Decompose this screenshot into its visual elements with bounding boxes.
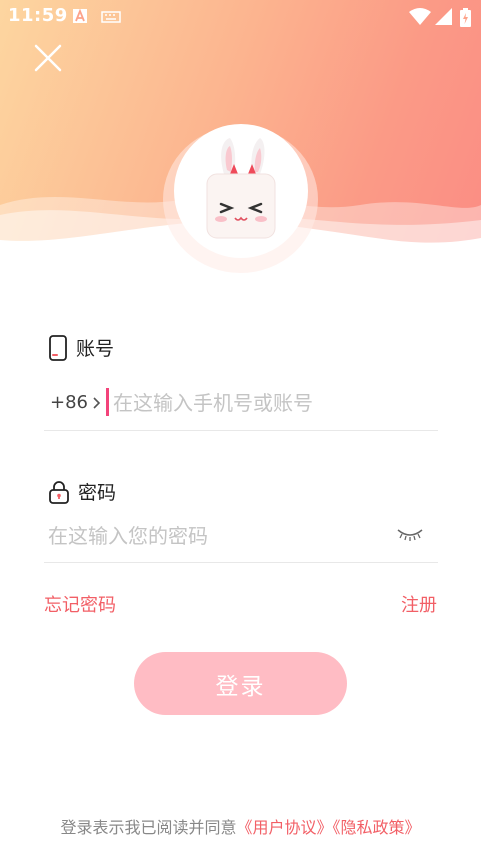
password-label-row: 密码 — [48, 478, 116, 505]
country-code-selector[interactable]: +86 — [50, 392, 103, 413]
battery-icon — [460, 8, 471, 32]
country-code: +86 — [50, 392, 88, 413]
password-visibility-toggle[interactable] — [396, 526, 424, 548]
keyboard-icon — [101, 8, 121, 29]
close-icon — [34, 44, 62, 72]
eye-closed-icon — [397, 529, 423, 541]
account-label-row: 账号 — [48, 334, 114, 361]
account-underline — [44, 430, 438, 431]
avatar — [174, 124, 308, 258]
account-input[interactable] — [113, 388, 433, 418]
register-link[interactable]: 注册 — [401, 591, 437, 617]
a-notification-icon — [72, 8, 88, 29]
rabbit-avatar — [206, 138, 276, 239]
privacy-policy-link[interactable]: 《隐私政策》 — [333, 818, 421, 837]
account-label: 账号 — [76, 338, 115, 360]
status-bar: 11:59 — [0, 0, 481, 32]
signal-icon — [435, 8, 452, 31]
password-underline — [44, 562, 438, 563]
login-button[interactable]: 登录 — [134, 652, 347, 715]
close-button[interactable] — [30, 40, 66, 76]
agreement-prefix: 登录表示我已阅读并同意 — [60, 818, 237, 837]
user-agreement-link[interactable]: 《用户协议》 — [236, 818, 332, 837]
password-label: 密码 — [78, 482, 117, 504]
forgot-password-link[interactable]: 忘记密码 — [44, 591, 116, 617]
status-time: 11:59 — [8, 5, 68, 26]
chevron-right-icon — [93, 396, 101, 409]
agreement-text: 登录表示我已阅读并同意《用户协议》《隐私政策》 — [0, 814, 481, 838]
phone-icon — [49, 334, 67, 361]
text-cursor — [106, 388, 109, 416]
password-input[interactable] — [48, 521, 378, 551]
lock-icon — [49, 480, 69, 504]
wifi-icon — [409, 8, 431, 31]
